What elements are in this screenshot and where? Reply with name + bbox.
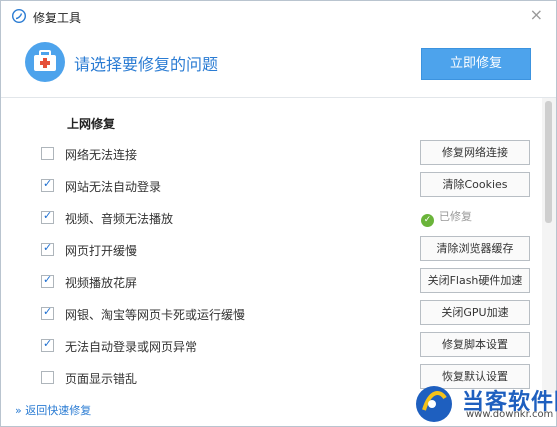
double-chevron-right-icon: »: [15, 404, 22, 417]
item-checkbox[interactable]: ✓: [41, 241, 54, 256]
header-panel: 请选择要修复的问题 立即修复: [1, 31, 556, 98]
item-label: 页面显示错乱: [65, 372, 138, 386]
watermark-url: www.downkr.com: [466, 409, 554, 420]
list-item: ✓ 网页打开缓慢 清除浏览器缓存: [1, 235, 541, 265]
checkmark-icon: ✓: [43, 177, 53, 190]
list-item: ✓ 网站无法自动登录 清除Cookies: [1, 171, 541, 201]
fixed-status-text: 已修复: [439, 210, 472, 223]
item-action-button[interactable]: 清除Cookies: [420, 172, 530, 197]
item-checkbox[interactable]: [41, 371, 54, 384]
back-link-label: 返回快速修复: [25, 404, 92, 417]
list-item: ✓ 网银、淘宝等网页卡死或运行缓慢 关闭GPU加速: [1, 299, 541, 329]
checkmark-icon: ✓: [43, 273, 53, 286]
fixed-status: ✓ 已修复: [421, 208, 472, 227]
item-label: 网银、淘宝等网页卡死或运行缓慢: [65, 308, 246, 322]
section-title: 上网修复: [67, 117, 116, 131]
medical-kit-icon: [25, 42, 65, 82]
list-item: ✓ 视频、音频无法播放 ✓ 已修复: [1, 203, 541, 233]
item-action-button[interactable]: 清除浏览器缓存: [420, 236, 530, 261]
item-label: 视频、音频无法播放: [65, 212, 174, 226]
browser-logo-icon: [12, 9, 26, 23]
item-checkbox[interactable]: ✓: [41, 209, 54, 224]
checkmark-icon: ✓: [43, 305, 53, 318]
vertical-scrollbar[interactable]: [542, 98, 556, 393]
checkmark-icon: ✓: [43, 337, 53, 350]
item-action-button[interactable]: 关闭GPU加速: [420, 300, 530, 325]
item-label: 无法自动登录或网页异常: [65, 340, 198, 354]
item-checkbox[interactable]: [41, 147, 54, 160]
check-circle-icon: ✓: [421, 214, 434, 227]
item-label: 网页打开缓慢: [65, 244, 138, 258]
checkmark-icon: ✓: [43, 241, 53, 254]
item-label: 视频播放花屏: [65, 276, 138, 290]
repair-list: 上网修复 网络无法连接 修复网络连接 ✓ 网站无法自动登录 清除Cookies …: [1, 98, 556, 393]
item-checkbox[interactable]: ✓: [41, 273, 54, 288]
list-item: 网络无法连接 修复网络连接: [1, 139, 541, 169]
list-item: ✓ 视频播放花屏 关闭Flash硬件加速: [1, 267, 541, 297]
list-item: ✓ 无法自动登录或网页异常 修复脚本设置: [1, 331, 541, 361]
item-checkbox[interactable]: ✓: [41, 177, 54, 192]
repair-now-button[interactable]: 立即修复: [421, 48, 531, 80]
item-label: 网站无法自动登录: [65, 180, 162, 194]
window-title: 修复工具: [33, 11, 82, 25]
item-action-button[interactable]: 修复脚本设置: [420, 332, 530, 357]
item-checkbox[interactable]: ✓: [41, 337, 54, 352]
scrollbar-thumb[interactable]: [545, 101, 552, 223]
item-checkbox[interactable]: ✓: [41, 305, 54, 320]
repair-tool-window: 修复工具 × 请选择要修复的问题 立即修复 上网修复 网络无法连接 修复网络连接…: [0, 0, 557, 427]
title-bar: 修复工具 ×: [1, 1, 556, 31]
close-button[interactable]: ×: [530, 5, 543, 24]
checkmark-icon: ✓: [43, 209, 53, 222]
item-label: 网络无法连接: [65, 148, 138, 162]
back-to-quick-repair-link[interactable]: » 返回快速修复: [15, 402, 91, 418]
item-action-button[interactable]: 关闭Flash硬件加速: [420, 268, 530, 293]
header-prompt: 请选择要修复的问题: [74, 55, 219, 74]
item-action-button[interactable]: 修复网络连接: [420, 140, 530, 165]
